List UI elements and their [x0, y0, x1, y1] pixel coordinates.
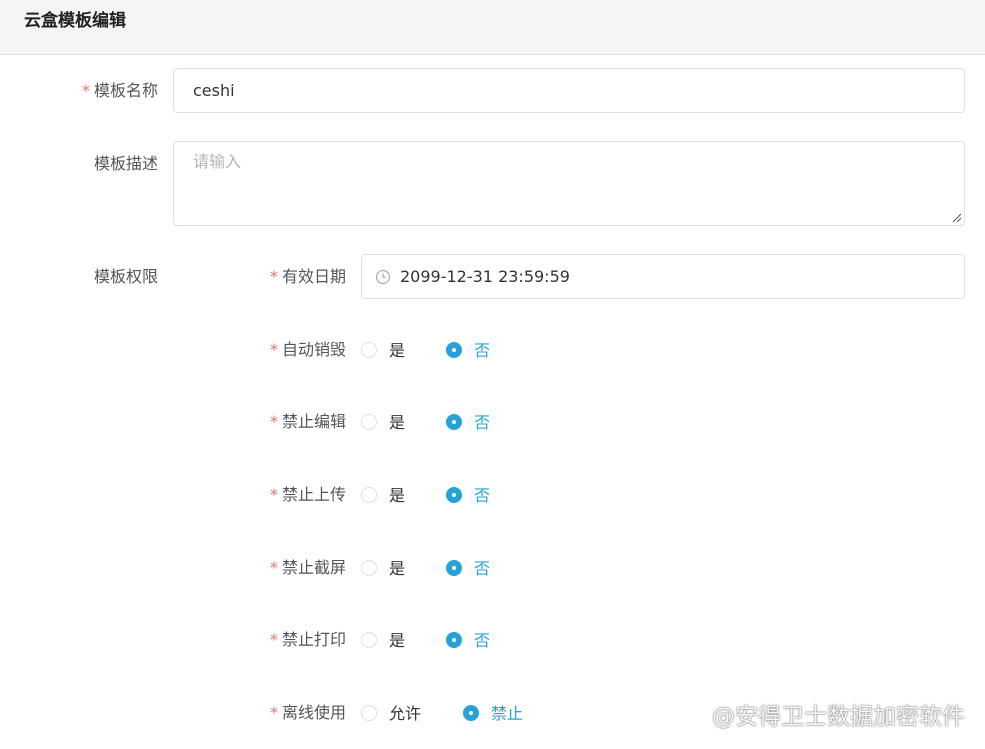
offline-use-radio-yes[interactable]: 允许	[361, 704, 441, 724]
radio-label: 是	[389, 413, 406, 432]
paw-icon	[690, 707, 706, 726]
radio-circle[interactable]	[446, 487, 462, 503]
radio-circle[interactable]	[361, 414, 377, 430]
radio-label: 否	[474, 631, 491, 650]
radio-circle[interactable]	[361, 342, 377, 358]
no-edit-label: * 禁止编辑	[269, 412, 346, 431]
template-desc-placeholder: 请输入	[193, 152, 242, 171]
template-name-label: * 模板名称	[81, 81, 158, 100]
radio-circle[interactable]	[361, 560, 377, 576]
template-permission-label: 模板权限	[93, 267, 158, 286]
required-mark: *	[269, 630, 278, 649]
expiry-date-label: * 有效日期	[269, 267, 346, 286]
no-upload-label: * 禁止上传	[269, 485, 346, 504]
radio-label: 允许	[389, 704, 422, 723]
required-mark: *	[269, 703, 278, 722]
page-header: 云盒模板编辑	[0, 0, 985, 55]
radio-circle[interactable]	[446, 342, 462, 358]
radio-circle[interactable]	[361, 705, 377, 721]
watermark-text: @安得卫士数据加密软件	[712, 704, 965, 730]
offline-use-label: * 离线使用	[269, 703, 346, 722]
no-print-label: * 禁止打印	[269, 630, 346, 649]
clock-icon	[375, 269, 391, 285]
auto-destroy-radio-no[interactable]: 否	[446, 341, 526, 361]
resize-handle-icon[interactable]	[952, 213, 962, 223]
no-print-radio-yes[interactable]: 是	[361, 631, 441, 651]
radio-label: 否	[474, 559, 491, 578]
no-screenshot-radio-yes[interactable]: 是	[361, 559, 441, 579]
radio-circle[interactable]	[361, 632, 377, 648]
required-mark: *	[269, 485, 278, 504]
required-mark: *	[269, 267, 278, 286]
watermark: @安得卫士数据加密软件	[686, 703, 965, 731]
page-title: 云盒模板编辑	[24, 11, 126, 31]
required-mark: *	[269, 558, 278, 577]
radio-label: 是	[389, 631, 406, 650]
no-screenshot-label: * 禁止截屏	[269, 558, 346, 577]
required-mark: *	[269, 412, 278, 431]
radio-circle[interactable]	[446, 632, 462, 648]
radio-circle[interactable]	[446, 414, 462, 430]
no-upload-radio-yes[interactable]: 是	[361, 486, 441, 506]
template-desc-textarea[interactable]: 请输入	[173, 141, 965, 226]
radio-label: 是	[389, 486, 406, 505]
auto-destroy-label: * 自动销毁	[269, 340, 346, 359]
radio-circle[interactable]	[361, 487, 377, 503]
no-screenshot-radio-no[interactable]: 否	[446, 559, 526, 579]
offline-use-radio-no[interactable]: 禁止	[463, 704, 543, 724]
radio-circle[interactable]	[463, 705, 479, 721]
no-print-radio-no[interactable]: 否	[446, 631, 526, 651]
radio-label: 禁止	[491, 704, 524, 723]
no-edit-radio-yes[interactable]: 是	[361, 413, 441, 433]
radio-label: 否	[474, 341, 491, 360]
template-name-value: ceshi	[193, 81, 235, 100]
radio-label: 是	[389, 559, 406, 578]
radio-label: 是	[389, 341, 406, 360]
template-name-input[interactable]: ceshi	[173, 68, 965, 113]
expiry-date-picker[interactable]: 2099-12-31 23:59:59	[361, 254, 965, 299]
no-edit-radio-no[interactable]: 否	[446, 413, 526, 433]
radio-label: 否	[474, 486, 491, 505]
template-desc-label: 模板描述	[93, 154, 158, 173]
radio-label: 否	[474, 413, 491, 432]
required-mark: *	[81, 81, 90, 100]
expiry-date-value: 2099-12-31 23:59:59	[400, 267, 570, 286]
radio-circle[interactable]	[446, 560, 462, 576]
required-mark: *	[269, 340, 278, 359]
auto-destroy-radio-yes[interactable]: 是	[361, 341, 441, 361]
no-upload-radio-no[interactable]: 否	[446, 486, 526, 506]
